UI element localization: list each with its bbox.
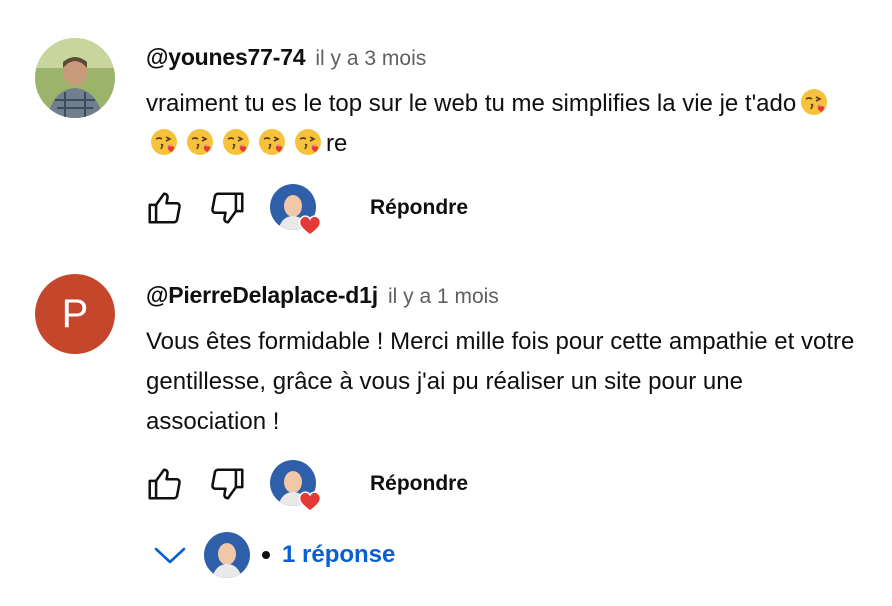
kissing-face-emoji xyxy=(801,89,828,115)
comment-text: vraiment tu es le top sur le web tu me s… xyxy=(146,84,866,164)
avatar[interactable] xyxy=(35,38,115,118)
like-button[interactable] xyxy=(144,188,184,228)
thumbs-up-icon xyxy=(148,192,181,224)
author-name[interactable]: @younes77-74 xyxy=(146,44,306,71)
chevron-down-icon xyxy=(154,547,186,564)
author-name[interactable]: @PierreDelaplace-d1j xyxy=(146,282,378,309)
heart-icon xyxy=(298,491,322,512)
creator-heart-badge[interactable] xyxy=(270,184,322,236)
kissing-face-emoji xyxy=(295,129,321,155)
kissing-face-emoji xyxy=(259,129,285,155)
kissing-face-emoji xyxy=(151,129,177,155)
comment-item: @younes77-74 il y a 3 mois vraiment tu e… xyxy=(0,0,892,260)
dislike-button[interactable] xyxy=(208,188,248,228)
thumbs-down-icon xyxy=(211,468,244,500)
comment-actions: Répondre xyxy=(144,460,468,512)
thumbs-up-icon xyxy=(148,468,181,500)
like-button[interactable] xyxy=(144,464,184,504)
comment-text: Vous êtes formidable ! Merci mille fois … xyxy=(146,328,855,435)
separator-dot xyxy=(262,551,270,559)
reply-button[interactable]: Répondre xyxy=(370,472,468,496)
thumbs-down-icon xyxy=(211,192,244,224)
dislike-button[interactable] xyxy=(208,464,248,504)
comment-header: @PierreDelaplace-d1j il y a 1 mois xyxy=(146,282,499,309)
view-replies-button[interactable]: 1 réponse xyxy=(150,532,395,578)
avatar-letter: P xyxy=(61,291,89,336)
kissing-face-emoji xyxy=(187,129,213,155)
comment-header: @younes77-74 il y a 3 mois xyxy=(146,44,426,71)
comment-time[interactable]: il y a 1 mois xyxy=(388,285,499,309)
reply-button[interactable]: Répondre xyxy=(370,196,468,220)
kissing-face-emoji xyxy=(223,129,249,155)
creator-avatar xyxy=(204,532,250,578)
comment-text-before: vraiment tu es le top sur le web tu me s… xyxy=(146,90,797,117)
avatar[interactable]: P xyxy=(35,274,115,354)
comment-item: P @PierreDelaplace-d1j il y a 1 mois Vou… xyxy=(0,262,892,606)
replies-count[interactable]: 1 réponse xyxy=(282,541,395,569)
heart-icon xyxy=(298,215,322,236)
comment-time[interactable]: il y a 3 mois xyxy=(315,47,426,71)
comment-text-after: re xyxy=(326,130,348,157)
creator-heart-badge[interactable] xyxy=(270,460,322,512)
comment-actions: Répondre xyxy=(144,184,468,236)
